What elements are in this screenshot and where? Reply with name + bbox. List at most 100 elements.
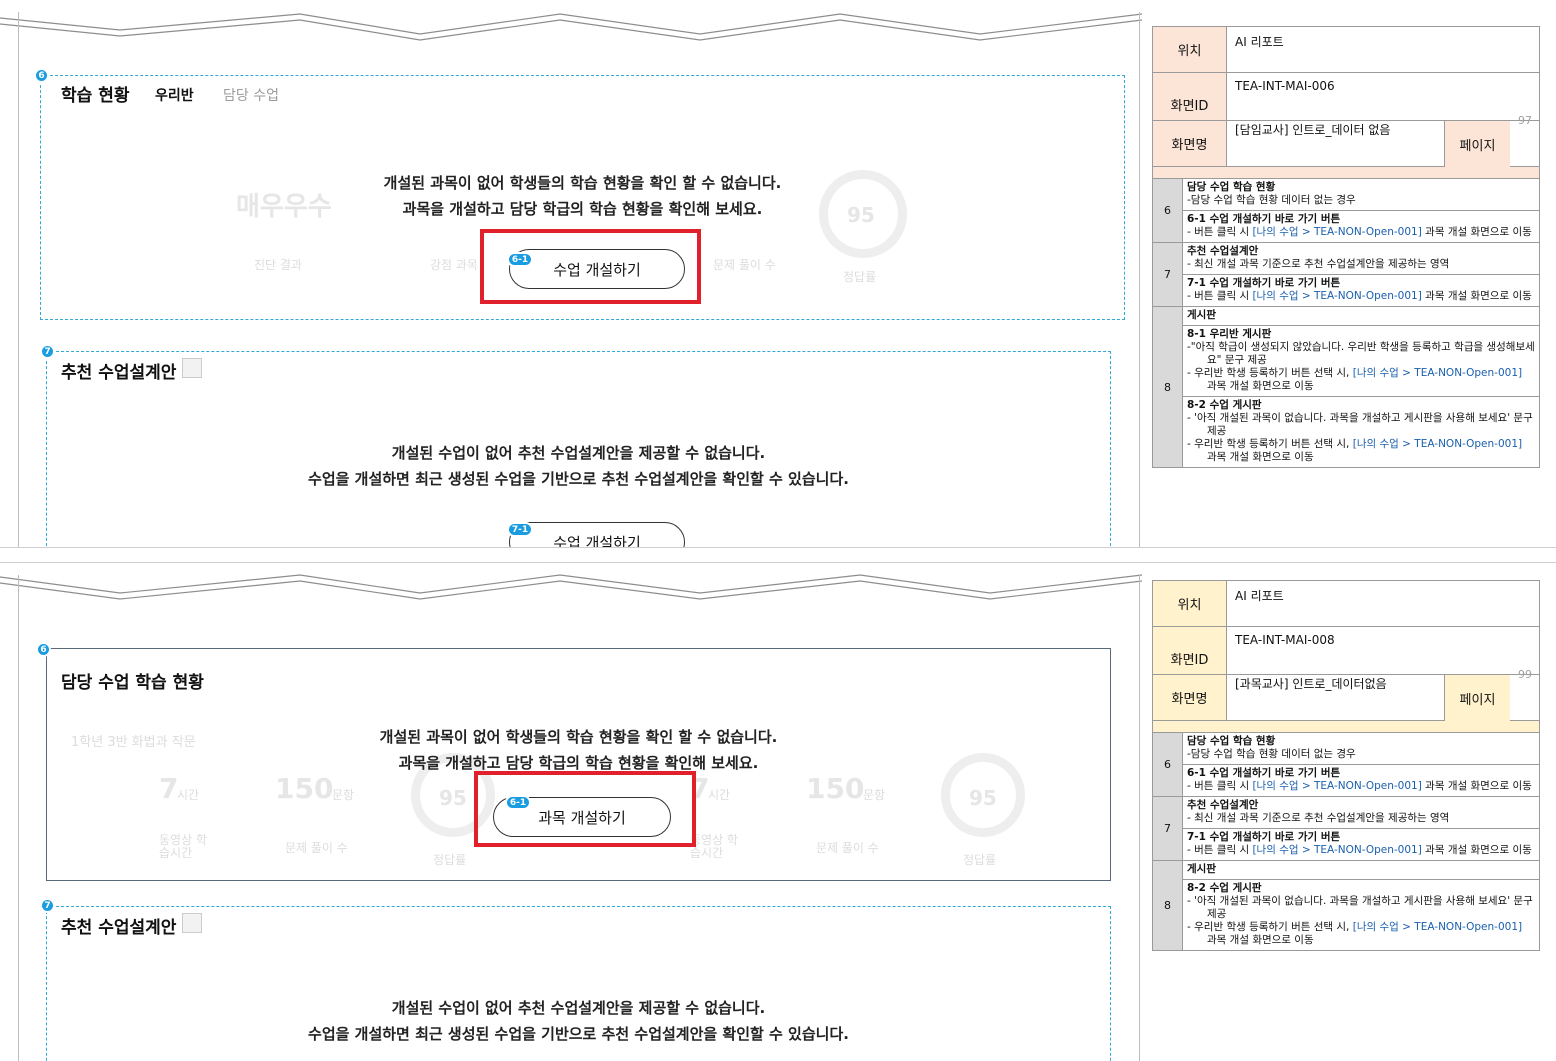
item-title: 게시판 [1187, 863, 1216, 875]
description-item: 8-1 우리반 게시판 -"아직 학급이 생성되지 않았습니다. 우리반 학생을 … [1183, 325, 1539, 396]
item-title: 8-2 수업 게시판 [1187, 399, 1262, 411]
ghost-label: 진단 결과 [254, 258, 302, 272]
ghost-count: 150 [806, 772, 865, 805]
empty-message-line1: 개설된 과목이 없어 학생들의 학습 현황을 확인 할 수 없습니다. [379, 728, 778, 746]
row-items: 게시판 8-1 우리반 게시판 -"아직 학급이 생성되지 않았습니다. 우리반 학… [1183, 307, 1539, 467]
spec-header: 위치 AI 리포트 화면ID TEA-INT-MAI-008 화면명 [과목교사] 인… [1152, 580, 1540, 733]
item-title: 8-2 수업 게시판 [1187, 882, 1262, 894]
item-title: 6-1 수업 개설하기 바로 가기 버튼 [1187, 767, 1341, 779]
item-line: - 우리반 학생 등록하기 버튼 선택 시, [나의 수업 > TEA-NON-… [1187, 438, 1535, 464]
description-item: 7-1 수업 개설하기 바로 가기 버튼 - 버튼 클릭 시 [나의 수업 > T… [1183, 828, 1539, 860]
ghost-unit: 시간 [177, 788, 200, 802]
description-item: 8-2 수업 게시판 - '아직 개설된 과목이 없습니다. 과목을 개설하고 게… [1183, 879, 1539, 950]
description-item: 추천 수업설계안 - 최신 개설 과목 기준으로 추천 수업설계안을 제공하는 영… [1183, 243, 1539, 274]
row-items: 추천 수업설계안 - 최신 개설 과목 기준으로 추천 수업설계안을 제공하는 영… [1183, 797, 1539, 860]
description-item: 담당 수업 학습 현황 -담당 수업 학습 현황 데이터 없는 경우 [1183, 179, 1539, 210]
item-text: 과목 개설 화면으로 이동 [1421, 290, 1532, 302]
item-text: 과목 개설 화면으로 이동 [1207, 934, 1314, 946]
row-items: 게시판 8-2 수업 게시판 - '아직 개설된 과목이 없습니다. 과목을 개설하… [1183, 861, 1539, 950]
info-icon[interactable] [182, 358, 202, 378]
ghost-unit: 문항 [863, 788, 886, 802]
page-number: 97 [1518, 114, 1532, 127]
ghost-hours: 7 [159, 772, 179, 805]
annotation-badge: 7-1 [507, 522, 533, 537]
empty-message-line1: 개설된 수업이 없어 추천 수업설계안을 제공할 수 없습니다. [391, 999, 766, 1017]
item-text: - 우리반 학생 등록하기 버튼 선택 시, [1187, 438, 1353, 450]
ghost-label: 정답률 [433, 853, 467, 867]
item-line: - 우리반 학생 등록하기 버튼 선택 시, [나의 수업 > TEA-NON-… [1187, 921, 1535, 947]
item-text: - 버튼 클릭 시 [1187, 226, 1253, 238]
ghost-label: 동영상 학습시간 [690, 833, 738, 860]
location-label: 위치 [1152, 26, 1227, 73]
item-line: - '아직 개설된 과목이 없습니다. 과목을 개설하고 게시판을 사용해 보세… [1187, 895, 1533, 920]
screen-link[interactable]: [나의 수업 > TEA-NON-Open-001] [1252, 226, 1421, 238]
item-title: 7-1 수업 개설하기 바로 가기 버튼 [1187, 831, 1341, 843]
item-text: 과목 개설 화면으로 이동 [1421, 226, 1532, 238]
empty-message-line2: 수업을 개설하면 최근 생성된 수업을 기반으로 추천 수업설계안을 확인할 수… [308, 470, 849, 488]
screen-link[interactable]: [나의 수업 > TEA-NON-Open-001] [1252, 290, 1421, 302]
page-label: 페이지 [1444, 121, 1510, 167]
item-text: - 버튼 클릭 시 [1187, 290, 1253, 302]
screen-link[interactable]: [나의 수업 > TEA-NON-Open-001] [1353, 438, 1522, 450]
item-title: 담당 수업 학습 현황 [1187, 181, 1276, 193]
item-title: 추천 수업설계안 [1187, 245, 1259, 257]
location-label: 위치 [1152, 580, 1227, 627]
description-item: 8-2 수업 게시판 - '아직 개설된 과목이 없습니다. 과목을 개설하고 게… [1183, 396, 1539, 467]
screen-id-value: TEA-INT-MAI-008 [1226, 626, 1540, 675]
row-number: 7 [1153, 797, 1183, 860]
item-title: 6-1 수업 개설하기 바로 가기 버튼 [1187, 213, 1341, 225]
row-items: 담당 수업 학습 현황 -담당 수업 학습 현황 데이터 없는 경우 6-1 수업 … [1183, 179, 1539, 242]
item-text: - 버튼 클릭 시 [1187, 780, 1253, 792]
item-line: -"아직 학급이 생성되지 않았습니다. 우리반 학생을 등록하고 학급을 생성… [1187, 341, 1535, 366]
item-text: - 우리반 학생 등록하기 버튼 선택 시, [1187, 921, 1353, 933]
ghost-unit: 문항 [332, 788, 355, 802]
item-text: 과목 개설 화면으로 이동 [1421, 780, 1532, 792]
item-line: - 버튼 클릭 시 [나의 수업 > TEA-NON-Open-001] 과목 … [1187, 226, 1535, 239]
ghost-label: 정답률 [843, 270, 877, 284]
screen-link[interactable]: [나의 수업 > TEA-NON-Open-001] [1353, 921, 1522, 933]
section-title: 추천 수업설계안 [61, 363, 177, 383]
ghost-label: 동영상 학습시간 [159, 833, 207, 860]
section-title: 추천 수업설계안 [61, 918, 177, 938]
row-items: 추천 수업설계안 - 최신 개설 과목 기준으로 추천 수업설계안을 제공하는 영… [1183, 243, 1539, 306]
screen-link[interactable]: [나의 수업 > TEA-NON-Open-001] [1252, 780, 1421, 792]
row-number: 6 [1153, 733, 1183, 796]
tab-our-class[interactable]: 우리반 [155, 85, 194, 105]
description-row: 6 담당 수업 학습 현황 -담당 수업 학습 현황 데이터 없는 경우 6-1 수업… [1153, 733, 1539, 796]
description-item: 6-1 수업 개설하기 바로 가기 버튼 - 버튼 클릭 시 [나의 수업 > T… [1183, 210, 1539, 242]
description-table: 6 담당 수업 학습 현황 -담당 수업 학습 현황 데이터 없는 경우 6-1 수업… [1152, 178, 1540, 468]
description-item: 게시판 [1183, 307, 1539, 325]
annotation-badge: 7 [40, 344, 55, 359]
description-item: 추천 수업설계안 - 최신 개설 과목 기준으로 추천 수업설계안을 제공하는 영… [1183, 797, 1539, 828]
screen-id-label: 화면ID [1152, 72, 1227, 121]
description-item: 게시판 [1183, 861, 1539, 879]
info-icon[interactable] [182, 913, 202, 933]
page-label: 페이지 [1444, 675, 1510, 721]
item-line: - 최신 개설 과목 기준으로 추천 수업설계안을 제공하는 영역 [1187, 258, 1450, 270]
description-item: 6-1 수업 개설하기 바로 가기 버튼 - 버튼 클릭 시 [나의 수업 > T… [1183, 764, 1539, 796]
section-title: 담당 수업 학습 현황 [61, 673, 204, 693]
item-line: -담당 수업 학습 현황 데이터 없는 경우 [1187, 748, 1356, 760]
screen-link[interactable]: [나의 수업 > TEA-NON-Open-001] [1353, 367, 1522, 379]
item-line: - 우리반 학생 등록하기 버튼 선택 시, [나의 수업 > TEA-NON-… [1187, 367, 1535, 393]
open-class-button[interactable]: 수업 개설하기 [509, 522, 685, 547]
description-table: 6 담당 수업 학습 현황 -담당 수업 학습 현황 데이터 없는 경우 6-1 수업… [1152, 732, 1540, 951]
tab-my-classes[interactable]: 담당 수업 [223, 85, 279, 105]
screen-link[interactable]: [나의 수업 > TEA-NON-Open-001] [1252, 844, 1421, 856]
ghost-percent: 95 [969, 786, 997, 810]
description-row: 8 게시판 8-1 우리반 게시판 -"아직 학급이 생성되지 않았습니다. 우리반 … [1153, 306, 1539, 467]
annotation-badge: 6 [34, 68, 49, 83]
screen-name-label: 화면명 [1152, 674, 1227, 721]
spec-header: 위치 AI 리포트 화면ID TEA-INT-MAI-006 화면명 [담임교사] 인… [1152, 26, 1540, 179]
description-row: 8 게시판 8-2 수업 게시판 - '아직 개설된 과목이 없습니다. 과목을 개설… [1153, 860, 1539, 950]
description-item: 7-1 수업 개설하기 바로 가기 버튼 - 버튼 클릭 시 [나의 수업 > T… [1183, 274, 1539, 306]
description-row: 7 추천 수업설계안 - 최신 개설 과목 기준으로 추천 수업설계안을 제공하는 … [1153, 242, 1539, 306]
annotation-badge: 7 [40, 898, 55, 913]
item-line: - '아직 개설된 과목이 없습니다. 과목을 개설하고 게시판을 사용해 보세… [1187, 412, 1533, 437]
page-number: 99 [1518, 668, 1532, 681]
spec-page-2: 담당 수업 학습 현황 1학년 3반 화법과 작문 7 시간 150 문항 동영… [0, 562, 1556, 1061]
ghost-label: 정답률 [963, 853, 997, 867]
location-value: AI 리포트 [1226, 580, 1540, 627]
ghost-count: 150 [275, 772, 334, 805]
screen-name-label: 화면명 [1152, 120, 1227, 167]
